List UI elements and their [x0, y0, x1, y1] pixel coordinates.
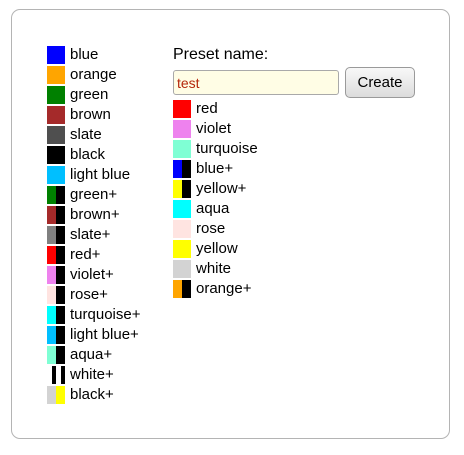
color-swatch [47, 66, 65, 84]
color-item[interactable]: blue+ [173, 159, 258, 179]
color-item[interactable]: violet [173, 119, 258, 139]
color-item[interactable]: light blue [47, 165, 140, 185]
color-item[interactable]: white [173, 259, 258, 279]
color-label: aqua+ [70, 346, 113, 363]
color-item[interactable]: rose+ [47, 285, 140, 305]
color-item[interactable]: slate+ [47, 225, 140, 245]
color-label: light blue [70, 166, 131, 183]
preset-color-list: red violet turquoise blue+ yellow+ aqua rose ye… [173, 99, 258, 299]
color-swatch [173, 160, 191, 178]
color-item[interactable]: aqua [173, 199, 258, 219]
color-label: blue [70, 46, 99, 63]
color-label: red [196, 100, 218, 117]
color-swatch [47, 386, 65, 404]
color-label: brown [70, 106, 111, 123]
color-swatch [173, 100, 191, 118]
color-label: black [70, 146, 106, 163]
color-label: green [70, 86, 109, 103]
color-swatch [47, 146, 65, 164]
color-label: orange [70, 66, 117, 83]
color-swatch [47, 226, 65, 244]
color-swatch [47, 186, 65, 204]
color-swatch [47, 346, 65, 364]
color-item[interactable]: red [173, 99, 258, 119]
color-label: red+ [70, 246, 101, 263]
color-swatch [47, 166, 65, 184]
color-label: white [196, 260, 232, 277]
color-item[interactable]: brown [47, 105, 140, 125]
color-label: aqua [196, 200, 230, 217]
color-label: yellow [196, 240, 238, 257]
color-item[interactable]: red+ [47, 245, 140, 265]
color-label: orange+ [196, 280, 252, 297]
color-item[interactable]: turquoise+ [47, 305, 140, 325]
color-label: rose+ [70, 286, 108, 303]
color-item[interactable]: black+ [47, 385, 140, 405]
color-item[interactable]: turquoise [173, 139, 258, 159]
color-swatch [47, 206, 65, 224]
color-swatch [47, 46, 65, 64]
color-swatch [173, 220, 191, 238]
color-label: light blue+ [70, 326, 139, 343]
color-swatch [47, 306, 65, 324]
color-swatch [47, 326, 65, 344]
color-label: blue+ [196, 160, 234, 177]
color-label: black+ [70, 386, 114, 403]
color-swatch [173, 120, 191, 138]
color-item[interactable]: yellow+ [173, 179, 258, 199]
color-swatch [173, 280, 191, 298]
color-swatch [47, 126, 65, 144]
color-item[interactable]: brown+ [47, 205, 140, 225]
color-swatch [173, 140, 191, 158]
color-swatch [47, 246, 65, 264]
color-swatch [47, 106, 65, 124]
color-swatch [173, 200, 191, 218]
color-swatch [47, 266, 65, 284]
color-label: brown+ [70, 206, 120, 223]
color-label: yellow+ [196, 180, 247, 197]
color-label: rose [196, 220, 226, 237]
color-label: slate [70, 126, 102, 143]
color-label: white+ [70, 366, 114, 383]
color-label: violet+ [70, 266, 114, 283]
color-item[interactable]: light blue+ [47, 325, 140, 345]
color-item[interactable]: aqua+ [47, 345, 140, 365]
color-label: green+ [70, 186, 118, 203]
color-item[interactable]: green [47, 85, 140, 105]
color-swatch [47, 86, 65, 104]
color-item[interactable]: slate [47, 125, 140, 145]
color-list: blue orange green brown slate black light blue… [47, 45, 140, 405]
create-button[interactable]: Create [345, 67, 415, 98]
color-item[interactable]: black [47, 145, 140, 165]
color-item[interactable]: violet+ [47, 265, 140, 285]
color-label: turquoise [196, 140, 258, 157]
color-item[interactable]: green+ [47, 185, 140, 205]
color-item[interactable]: orange+ [173, 279, 258, 299]
color-item[interactable]: rose [173, 219, 258, 239]
color-item[interactable]: yellow [173, 239, 258, 259]
color-picker-panel: blue orange green brown slate black light blue… [11, 9, 450, 439]
color-swatch [173, 180, 191, 198]
color-swatch [173, 260, 191, 278]
preset-name-label: Preset name: [173, 46, 269, 63]
color-swatch [173, 240, 191, 258]
preset-name-input[interactable] [173, 70, 339, 95]
color-label: violet [196, 120, 232, 137]
color-swatch [47, 366, 65, 384]
color-label: turquoise+ [70, 306, 141, 323]
color-item[interactable]: white+ [47, 365, 140, 385]
color-label: slate+ [70, 226, 111, 243]
color-swatch [47, 286, 65, 304]
color-item[interactable]: orange [47, 65, 140, 85]
color-item[interactable]: blue [47, 45, 140, 65]
